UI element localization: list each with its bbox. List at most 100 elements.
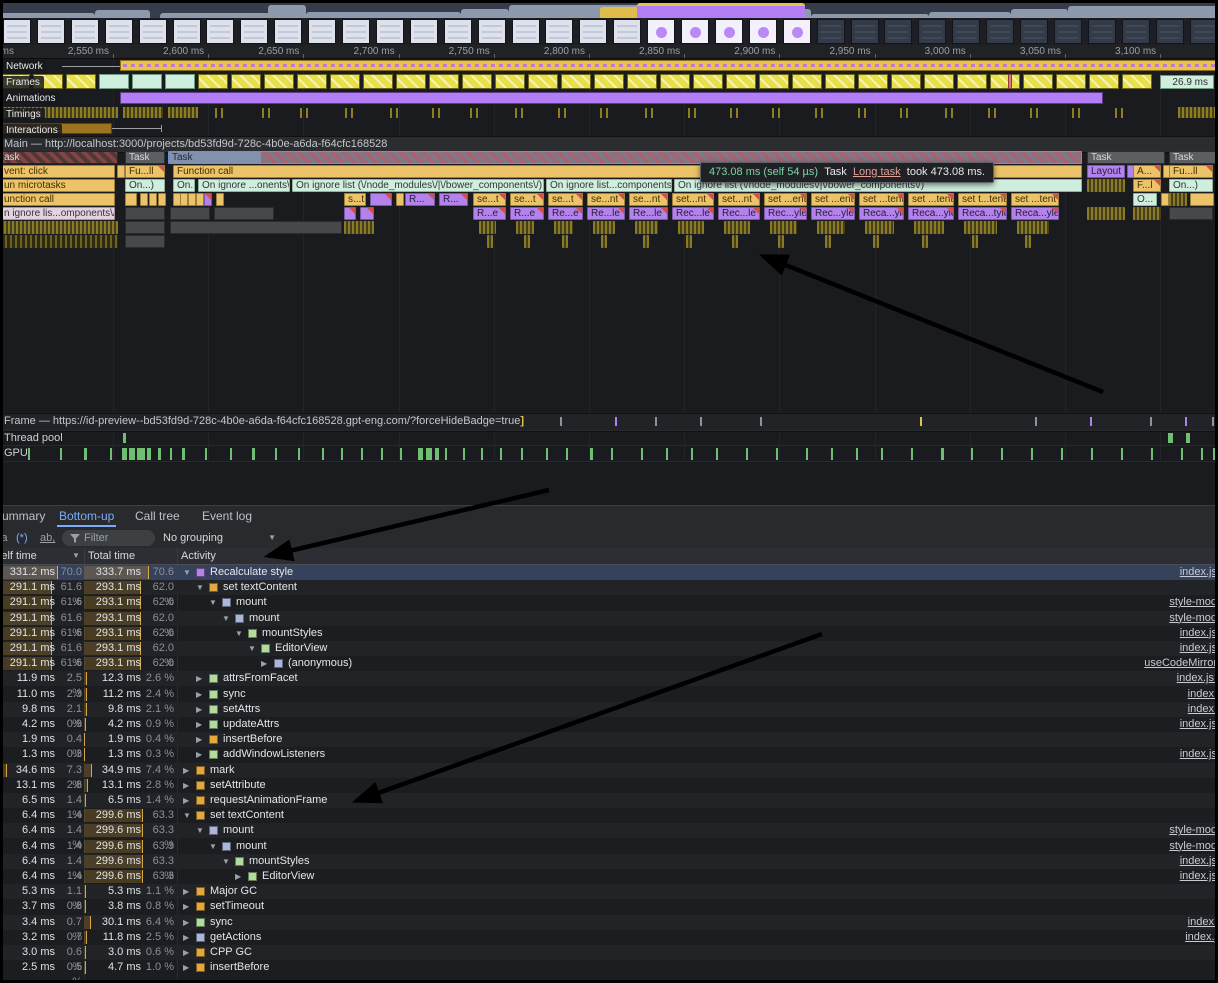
tree-collapsed-icon[interactable]: ▶ [183,884,189,899]
flame-bar[interactable] [204,193,212,206]
tab-event-log[interactable]: Event log [200,506,254,527]
flame-bar[interactable]: set ...ent [811,193,855,206]
flame-bar[interactable] [1133,207,1161,220]
tree-collapsed-icon[interactable]: ▶ [196,687,202,702]
tree-collapsed-icon[interactable]: ▶ [183,793,189,808]
flame-bar[interactable] [1190,193,1214,206]
source-link[interactable]: style-mod [1169,595,1217,610]
frame-block[interactable] [99,74,129,89]
flame-bar[interactable]: un microtasks [0,179,115,192]
frame-block[interactable] [825,74,855,89]
flame-bar[interactable]: se...t [473,193,506,206]
flame-bar[interactable] [554,221,573,234]
flame-bar[interactable] [140,193,148,206]
match-word-icon[interactable]: ab, [40,528,55,548]
filmstrip-thumbnail[interactable] [444,19,472,44]
filmstrip-thumbnail[interactable] [681,19,709,44]
flame-bar[interactable]: R... [405,193,435,206]
tree-expanded-icon[interactable]: ▼ [222,611,230,626]
flame-bar[interactable]: Reca...yle [908,207,954,220]
flame-bar[interactable]: set ...tent [859,193,904,206]
table-row[interactable]: 291.1 ms61.6 %293.1 ms62.0 %▶(anonymous)… [0,656,1218,671]
flame-bar[interactable] [601,235,607,248]
table-row[interactable]: 6.4 ms1.4 %299.6 ms63.3 %▼set textConten… [0,808,1218,823]
filmstrip-thumbnail[interactable] [749,19,777,44]
flame-bar[interactable] [170,221,342,234]
flame-bar[interactable] [188,193,196,206]
flame-bar[interactable]: unction call [0,193,115,206]
tree-expanded-icon[interactable]: ▼ [235,626,243,641]
filmstrip-thumbnail[interactable] [1020,19,1048,44]
flame-bar[interactable]: Reca...yle [1011,207,1059,220]
flame-bar[interactable] [593,221,615,234]
interactions-track-label[interactable]: Interactions [2,124,62,138]
flame-bar[interactable]: se...t [510,193,544,206]
flame-bar[interactable] [724,221,750,234]
flame-bar[interactable]: Fu...ll [1169,165,1213,178]
table-row[interactable]: 291.1 ms61.6 %293.1 ms62.0 %▼mountstyle-… [0,595,1218,610]
filmstrip-thumbnail[interactable] [478,19,506,44]
frame-block[interactable] [627,74,657,89]
frame-block[interactable] [429,74,459,89]
table-row[interactable]: 291.1 ms61.6 %293.1 ms62.0 %▼mountStyles… [0,626,1218,641]
tree-expanded-icon[interactable]: ▼ [248,641,256,656]
filmstrip-thumbnail[interactable] [3,19,31,44]
frame-block[interactable] [1056,74,1086,89]
filmstrip-thumbnail[interactable] [918,19,946,44]
flame-bar[interactable] [125,221,165,234]
flame-bar[interactable] [149,193,157,206]
flame-bar[interactable] [562,235,568,248]
filmstrip-thumbnail[interactable] [647,19,675,44]
table-row[interactable]: 5.3 ms1.1 %5.3 ms1.1 %▶Major GC [0,884,1218,899]
flame-bar[interactable]: R...e [473,207,506,220]
tree-expanded-icon[interactable]: ▼ [183,565,191,580]
tree-collapsed-icon[interactable]: ▶ [196,671,202,686]
flame-bar[interactable] [643,235,649,248]
table-row[interactable]: 4.2 ms0.9 %4.2 ms0.9 %▶updateAttrsindex.… [0,717,1218,732]
filmstrip-thumbnail[interactable] [308,19,336,44]
table-row[interactable]: 11.0 ms2.3 %11.2 ms2.4 %▶syncindex. [0,687,1218,702]
flame-bar[interactable]: set t...tent [958,193,1007,206]
frame-block[interactable] [561,74,591,89]
flame-bar[interactable]: ask [0,151,118,164]
tooltip-long-task-link[interactable]: Long task [853,166,901,178]
table-row[interactable]: 291.1 ms61.6 %293.1 ms62.0 %▼mountstyle-… [0,611,1218,626]
flame-bar[interactable]: A... [1133,165,1161,178]
filmstrip-thumbnail[interactable] [173,19,201,44]
flame-bar[interactable] [370,193,392,206]
flame-bar[interactable] [778,235,784,248]
frame-block[interactable] [693,74,723,89]
filmstrip-thumbnail[interactable] [410,19,438,44]
table-row[interactable]: 9.8 ms2.1 %9.8 ms2.1 %▶setAttrsindex. [0,702,1218,717]
timings-track-label[interactable]: Timings [2,108,45,122]
filmstrip-thumbnail[interactable] [986,19,1014,44]
thread-pool-label[interactable]: Thread pool [4,432,63,444]
frame-block[interactable] [66,74,96,89]
frame-block[interactable] [1089,74,1119,89]
tab-call-tree[interactable]: Call tree [133,506,182,527]
frame-duration-badge[interactable]: 26.9 ms [1160,75,1214,89]
flame-bar[interactable]: On...) [1169,179,1213,192]
frame-block[interactable] [924,74,954,89]
flame-bar[interactable]: On ignore list (\/node_modules\/|\/bower… [292,179,544,192]
flame-bar[interactable]: se...nt [629,193,668,206]
header-self-time[interactable]: Self time [0,548,37,564]
flame-bar[interactable]: Fu...ll [125,165,165,178]
filmstrip-thumbnail[interactable] [139,19,167,44]
flame-bar[interactable] [964,221,997,234]
flame-bar[interactable]: R...e [510,207,544,220]
tree-collapsed-icon[interactable]: ▶ [183,899,189,914]
frame-block[interactable] [462,74,492,89]
table-row[interactable]: 331.2 ms70.0 %333.7 ms70.6 %▼Recalculate… [0,565,1218,580]
source-link[interactable]: index. [1188,915,1217,930]
source-link[interactable]: index.js [1180,854,1217,869]
tree-expanded-icon[interactable]: ▼ [196,823,204,838]
flame-bar[interactable]: Task [125,151,165,164]
source-link[interactable]: style-mod [1169,823,1217,838]
flame-bar[interactable] [770,221,797,234]
flame-bar[interactable]: Reca...yle [859,207,904,220]
frame-block[interactable] [1023,74,1053,89]
network-track-bar[interactable] [120,60,1218,71]
flame-bar[interactable]: Task [1169,151,1218,164]
source-link[interactable]: index.j [1185,930,1217,945]
